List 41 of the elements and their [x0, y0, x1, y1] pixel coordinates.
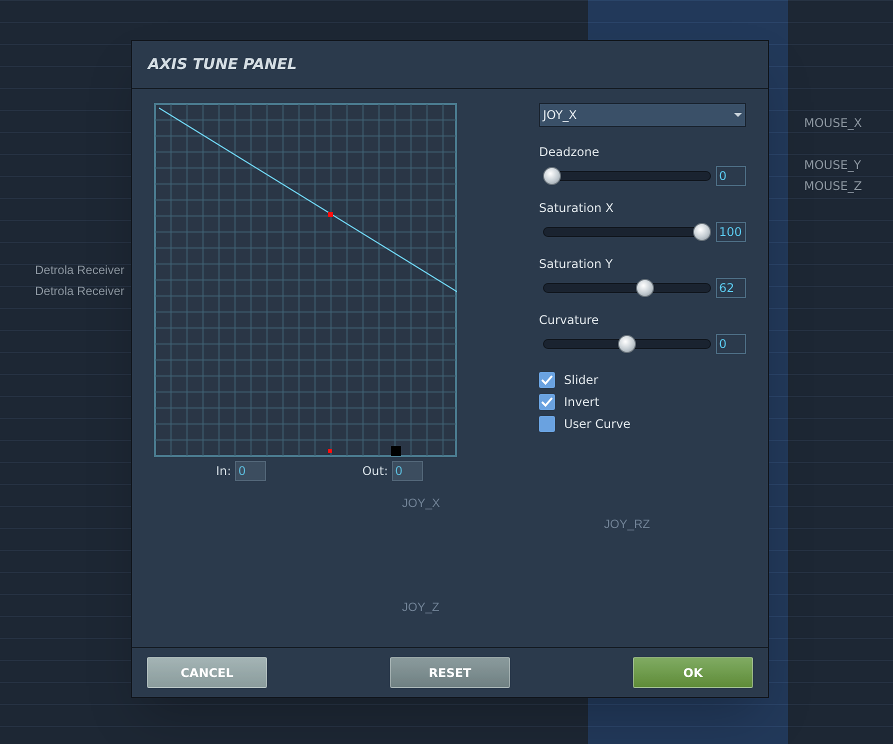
in-field[interactable]: 0: [235, 461, 266, 481]
checkbox[interactable]: [539, 372, 555, 388]
out-label: Out:: [362, 463, 388, 480]
value-field[interactable]: 100: [716, 222, 746, 242]
list-row-text: Detrola Receiver: [35, 262, 124, 279]
ok-button[interactable]: OK: [633, 657, 753, 688]
slider-label: Curvature: [539, 312, 600, 329]
checkbox[interactable]: [539, 394, 555, 410]
axis-label: MOUSE_X: [804, 115, 862, 132]
check-icon: [541, 397, 553, 407]
list-row-text: Detrola Receiver: [35, 283, 124, 300]
slider-label: Saturation X: [539, 200, 615, 217]
slider-label: Saturation Y: [539, 256, 614, 273]
slider-thumb[interactable]: [543, 167, 561, 185]
checkbox-label: User Curve: [564, 416, 631, 433]
axis-dropdown[interactable]: JOY_X: [539, 103, 746, 127]
slider-label: Deadzone: [539, 144, 600, 161]
value-field[interactable]: 0: [716, 334, 746, 354]
value-field[interactable]: 0: [716, 166, 746, 186]
faint-axis-label: JOY_RZ: [604, 516, 650, 533]
checkbox[interactable]: [539, 416, 555, 432]
check-icon: [541, 375, 553, 385]
faint-axis-label: JOY_X: [402, 495, 440, 512]
slider[interactable]: [543, 279, 711, 297]
slider-thumb[interactable]: [618, 335, 636, 353]
slider-thumb[interactable]: [636, 279, 654, 297]
slider[interactable]: [543, 223, 711, 241]
axis-label: MOUSE_Z: [804, 178, 862, 195]
slider[interactable]: [543, 167, 711, 185]
value-field[interactable]: 62: [716, 278, 746, 298]
slider-thumb[interactable]: [693, 223, 711, 241]
dropdown-arrow-icon: [734, 113, 742, 117]
checkbox-label: Invert: [564, 394, 600, 411]
axis-label: MOUSE_Y: [804, 157, 862, 174]
slider[interactable]: [543, 335, 711, 353]
out-field[interactable]: 0: [392, 461, 423, 481]
dialog-title: AXIS TUNE PANEL: [148, 54, 297, 76]
in-label: In:: [216, 463, 232, 480]
checkbox-label: Slider: [564, 372, 598, 389]
faint-axis-label: JOY_Z: [402, 599, 440, 616]
reset-button[interactable]: RESET: [390, 657, 510, 688]
